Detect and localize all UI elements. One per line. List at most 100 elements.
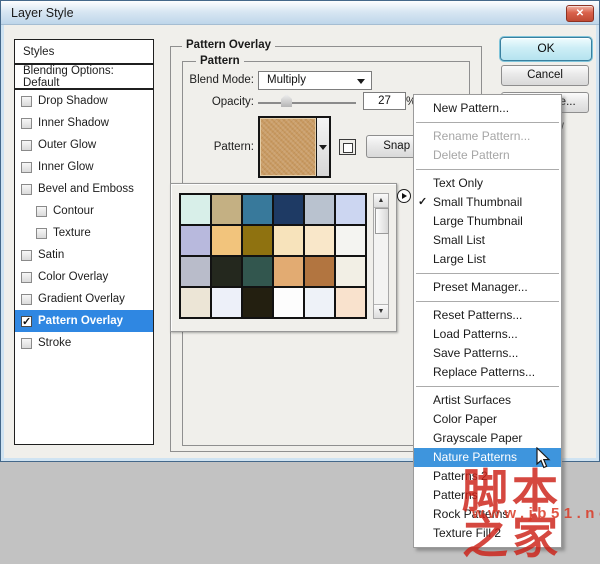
style-checkbox[interactable] (36, 206, 47, 217)
pattern-swatch[interactable] (336, 226, 365, 255)
blend-mode-select[interactable]: Multiply (258, 71, 372, 90)
pattern-swatch[interactable] (336, 288, 365, 317)
flyout-menu-icon[interactable] (397, 189, 411, 203)
menu-item[interactable]: Replace Patterns... (414, 363, 561, 382)
menu-item[interactable]: Small Thumbnail (414, 193, 561, 212)
new-preset-icon[interactable] (339, 139, 356, 155)
menu-item-label: Grayscale Paper (433, 431, 522, 445)
menu-item[interactable]: Delete Pattern (414, 146, 561, 165)
menu-item-label: New Pattern... (433, 101, 509, 115)
pattern-swatch[interactable] (181, 195, 210, 224)
styles-list: Styles Blending Options: Default Drop Sh… (14, 39, 154, 445)
pattern-swatch[interactable] (181, 226, 210, 255)
menu-separator (416, 386, 559, 387)
scroll-down-icon[interactable]: ▼ (374, 304, 388, 318)
style-label: Contour (53, 205, 94, 217)
menu-item[interactable]: Save Patterns... (414, 344, 561, 363)
chevron-down-icon (357, 79, 365, 84)
scrollbar-thumb[interactable] (375, 208, 389, 234)
menu-item[interactable]: Reset Patterns... (414, 306, 561, 325)
menu-item-label: Load Patterns... (433, 327, 518, 341)
style-label: Bevel and Emboss (38, 183, 134, 195)
menu-item[interactable]: Rename Pattern... (414, 127, 561, 146)
menu-item-label: Text Only (433, 176, 483, 190)
scroll-up-icon[interactable]: ▲ (374, 194, 388, 208)
style-list-item[interactable]: Bevel and Emboss (15, 178, 153, 200)
title-bar[interactable]: Layer Style (1, 1, 599, 25)
close-icon[interactable]: ✕ (566, 5, 594, 22)
swatch-scrollbar[interactable]: ▲ ▼ (373, 193, 389, 319)
style-list-item[interactable]: Blending Options: Default (15, 65, 153, 90)
style-checkbox[interactable] (21, 316, 32, 327)
pattern-dropdown-arrow[interactable] (316, 118, 329, 176)
menu-item[interactable]: Small List (414, 231, 561, 250)
style-checkbox[interactable] (21, 162, 32, 173)
style-list-item[interactable]: Styles (15, 40, 153, 65)
menu-item[interactable]: Artist Surfaces (414, 391, 561, 410)
menu-item[interactable]: Text Only (414, 174, 561, 193)
menu-item-label: Nature Patterns (433, 450, 517, 464)
pattern-swatch[interactable] (305, 288, 334, 317)
cancel-button[interactable]: Cancel (501, 65, 589, 86)
pattern-swatch[interactable] (181, 288, 210, 317)
style-list-item[interactable]: Inner Shadow (15, 112, 153, 134)
opacity-slider-track[interactable] (258, 102, 356, 104)
style-list-item[interactable]: Drop Shadow (15, 90, 153, 112)
style-checkbox[interactable] (21, 140, 32, 151)
menu-item[interactable]: Load Patterns... (414, 325, 561, 344)
menu-item-label: Reset Patterns... (433, 308, 522, 322)
menu-item-label: Small List (433, 233, 485, 247)
style-checkbox[interactable] (21, 272, 32, 283)
style-label: Color Overlay (38, 271, 108, 283)
pattern-swatch[interactable] (274, 257, 303, 286)
style-list-item[interactable]: Color Overlay (15, 266, 153, 288)
pattern-swatch[interactable] (274, 288, 303, 317)
ok-button[interactable]: OK (500, 37, 592, 61)
pattern-swatch[interactable] (336, 257, 365, 286)
pattern-swatch[interactable] (305, 195, 334, 224)
pattern-swatch[interactable] (212, 226, 241, 255)
pattern-swatch[interactable] (212, 195, 241, 224)
style-checkbox[interactable] (36, 228, 47, 239)
style-list-item[interactable]: Inner Glow (15, 156, 153, 178)
style-checkbox[interactable] (21, 96, 32, 107)
style-list-item[interactable]: Pattern Overlay (15, 310, 153, 332)
style-label: Texture (53, 227, 91, 239)
style-list-item[interactable]: Gradient Overlay (15, 288, 153, 310)
pattern-swatch[interactable] (305, 257, 334, 286)
opacity-label: Opacity: (170, 96, 254, 108)
menu-item[interactable]: Color Paper (414, 410, 561, 429)
style-checkbox[interactable] (21, 338, 32, 349)
style-checkbox[interactable] (21, 294, 32, 305)
pattern-swatch[interactable] (243, 226, 272, 255)
style-label: Blending Options: Default (23, 65, 153, 89)
menu-item[interactable]: Preset Manager... (414, 278, 561, 297)
style-list-item[interactable]: Texture (15, 222, 153, 244)
opacity-input[interactable]: 27 (363, 92, 406, 110)
menu-item-label: Large Thumbnail (433, 214, 523, 228)
menu-item[interactable]: Grayscale Paper (414, 429, 561, 448)
pattern-swatch[interactable] (274, 226, 303, 255)
menu-item[interactable]: New Pattern... (414, 99, 561, 118)
style-checkbox[interactable] (21, 118, 32, 129)
style-list-item[interactable]: Outer Glow (15, 134, 153, 156)
blend-mode-label: Blend Mode: (170, 74, 254, 86)
pattern-swatch[interactable] (243, 288, 272, 317)
style-checkbox[interactable] (21, 184, 32, 195)
pattern-swatch[interactable] (212, 288, 241, 317)
style-list-item[interactable]: Stroke (15, 332, 153, 354)
pattern-swatch[interactable] (181, 257, 210, 286)
pattern-swatch[interactable] (212, 257, 241, 286)
menu-item[interactable]: Large List (414, 250, 561, 269)
pattern-preview-chip[interactable] (258, 116, 331, 178)
pattern-swatch[interactable] (243, 195, 272, 224)
pattern-swatch[interactable] (243, 257, 272, 286)
menu-item[interactable]: Large Thumbnail (414, 212, 561, 231)
pattern-swatch[interactable] (274, 195, 303, 224)
style-list-item[interactable]: Contour (15, 200, 153, 222)
style-checkbox[interactable] (21, 250, 32, 261)
style-list-item[interactable]: Satin (15, 244, 153, 266)
pattern-swatch[interactable] (336, 195, 365, 224)
pattern-swatch[interactable] (305, 226, 334, 255)
style-label: Inner Shadow (38, 117, 109, 129)
